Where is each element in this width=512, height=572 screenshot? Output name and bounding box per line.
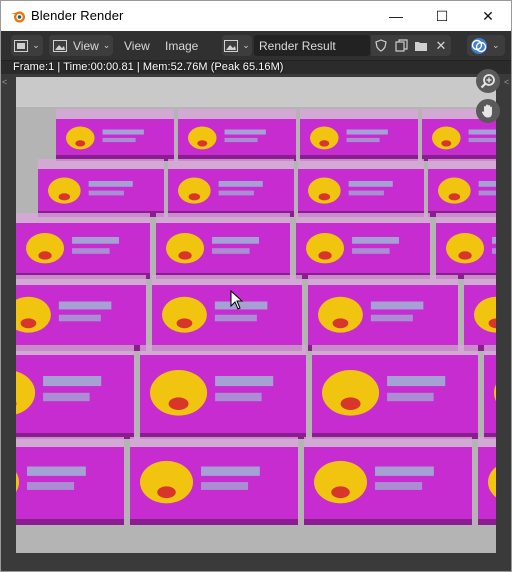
render-box bbox=[178, 109, 296, 161]
render-box bbox=[56, 109, 174, 161]
render-box bbox=[484, 345, 496, 439]
window-title: Blender Render bbox=[31, 8, 124, 23]
editor-type-icon bbox=[14, 39, 29, 52]
render-result-canvas bbox=[16, 77, 496, 553]
fake-user-shield-icon bbox=[375, 39, 387, 52]
render-box bbox=[308, 275, 458, 351]
image-editor-header: ⌄ View ⌄ View Image ⌄ Render Result ✕ ⌄ bbox=[1, 31, 511, 61]
render-box bbox=[436, 213, 496, 279]
render-box bbox=[140, 345, 306, 439]
view-mode-dropdown[interactable]: View ⌄ bbox=[49, 35, 113, 56]
maximize-button[interactable]: ☐ bbox=[419, 1, 465, 31]
image-name-field[interactable]: Render Result bbox=[254, 35, 370, 56]
render-box bbox=[16, 345, 134, 439]
render-box bbox=[168, 159, 294, 217]
render-box bbox=[16, 275, 146, 351]
render-box bbox=[16, 437, 124, 525]
render-box bbox=[428, 159, 496, 217]
zoom-button[interactable] bbox=[476, 69, 500, 93]
right-region-toggle-icon[interactable]: < bbox=[504, 77, 509, 87]
render-floor-top bbox=[16, 77, 496, 107]
blender-logo-icon bbox=[11, 11, 25, 23]
render-box bbox=[478, 437, 496, 525]
render-result-image bbox=[16, 77, 496, 553]
open-image-button[interactable] bbox=[411, 35, 431, 56]
pan-hand-icon bbox=[481, 104, 492, 118]
render-box bbox=[304, 437, 472, 525]
view-mode-label: View bbox=[73, 38, 99, 53]
render-box bbox=[296, 213, 430, 279]
chevron-down-icon: ⌄ bbox=[102, 40, 111, 50]
render-box bbox=[464, 275, 496, 351]
pan-button[interactable] bbox=[476, 99, 500, 123]
render-box bbox=[156, 213, 290, 279]
chevron-down-icon: ⌄ bbox=[492, 40, 500, 50]
unlink-image-button[interactable]: ✕ bbox=[431, 35, 451, 56]
render-stats: Frame:1 | Time:00:00.81 | Mem:52.76M (Pe… bbox=[13, 61, 284, 73]
fake-user-button[interactable] bbox=[371, 35, 391, 56]
unlink-close-icon: ✕ bbox=[435, 37, 447, 53]
zoom-icon bbox=[480, 74, 495, 89]
render-box bbox=[38, 159, 164, 217]
editor-type-button[interactable]: ⌄ bbox=[11, 35, 43, 56]
chevron-down-icon: ⌄ bbox=[32, 40, 40, 50]
menu-view[interactable]: View bbox=[124, 35, 150, 56]
render-box bbox=[300, 109, 418, 161]
open-image-icon bbox=[415, 41, 427, 51]
image-browse-button[interactable]: ⌄ bbox=[222, 35, 252, 56]
image-browse-icon bbox=[224, 39, 239, 52]
minimize-button[interactable]: — bbox=[373, 1, 419, 31]
render-box bbox=[130, 437, 298, 525]
window-titlebar: Blender Render — ☐ ✕ bbox=[1, 1, 511, 31]
menu-image[interactable]: Image bbox=[165, 35, 198, 56]
blender-render-window: Blender Render — ☐ ✕ ⌄ View ⌄ View Image bbox=[0, 0, 512, 572]
render-box bbox=[312, 345, 478, 439]
duplicate-image-icon bbox=[394, 39, 408, 52]
mouse-cursor-icon bbox=[230, 290, 244, 310]
left-region-toggle-icon[interactable]: < bbox=[2, 77, 7, 87]
render-box bbox=[16, 213, 150, 279]
chevron-down-icon: ⌄ bbox=[242, 40, 250, 50]
close-button[interactable]: ✕ bbox=[465, 1, 511, 31]
display-mode-icon bbox=[53, 39, 67, 52]
overlay-toggle-icon bbox=[471, 37, 487, 54]
render-box bbox=[152, 275, 302, 351]
duplicate-image-button[interactable] bbox=[391, 35, 411, 56]
render-box bbox=[298, 159, 424, 217]
overlay-toggle-button[interactable]: ⌄ bbox=[467, 35, 505, 56]
